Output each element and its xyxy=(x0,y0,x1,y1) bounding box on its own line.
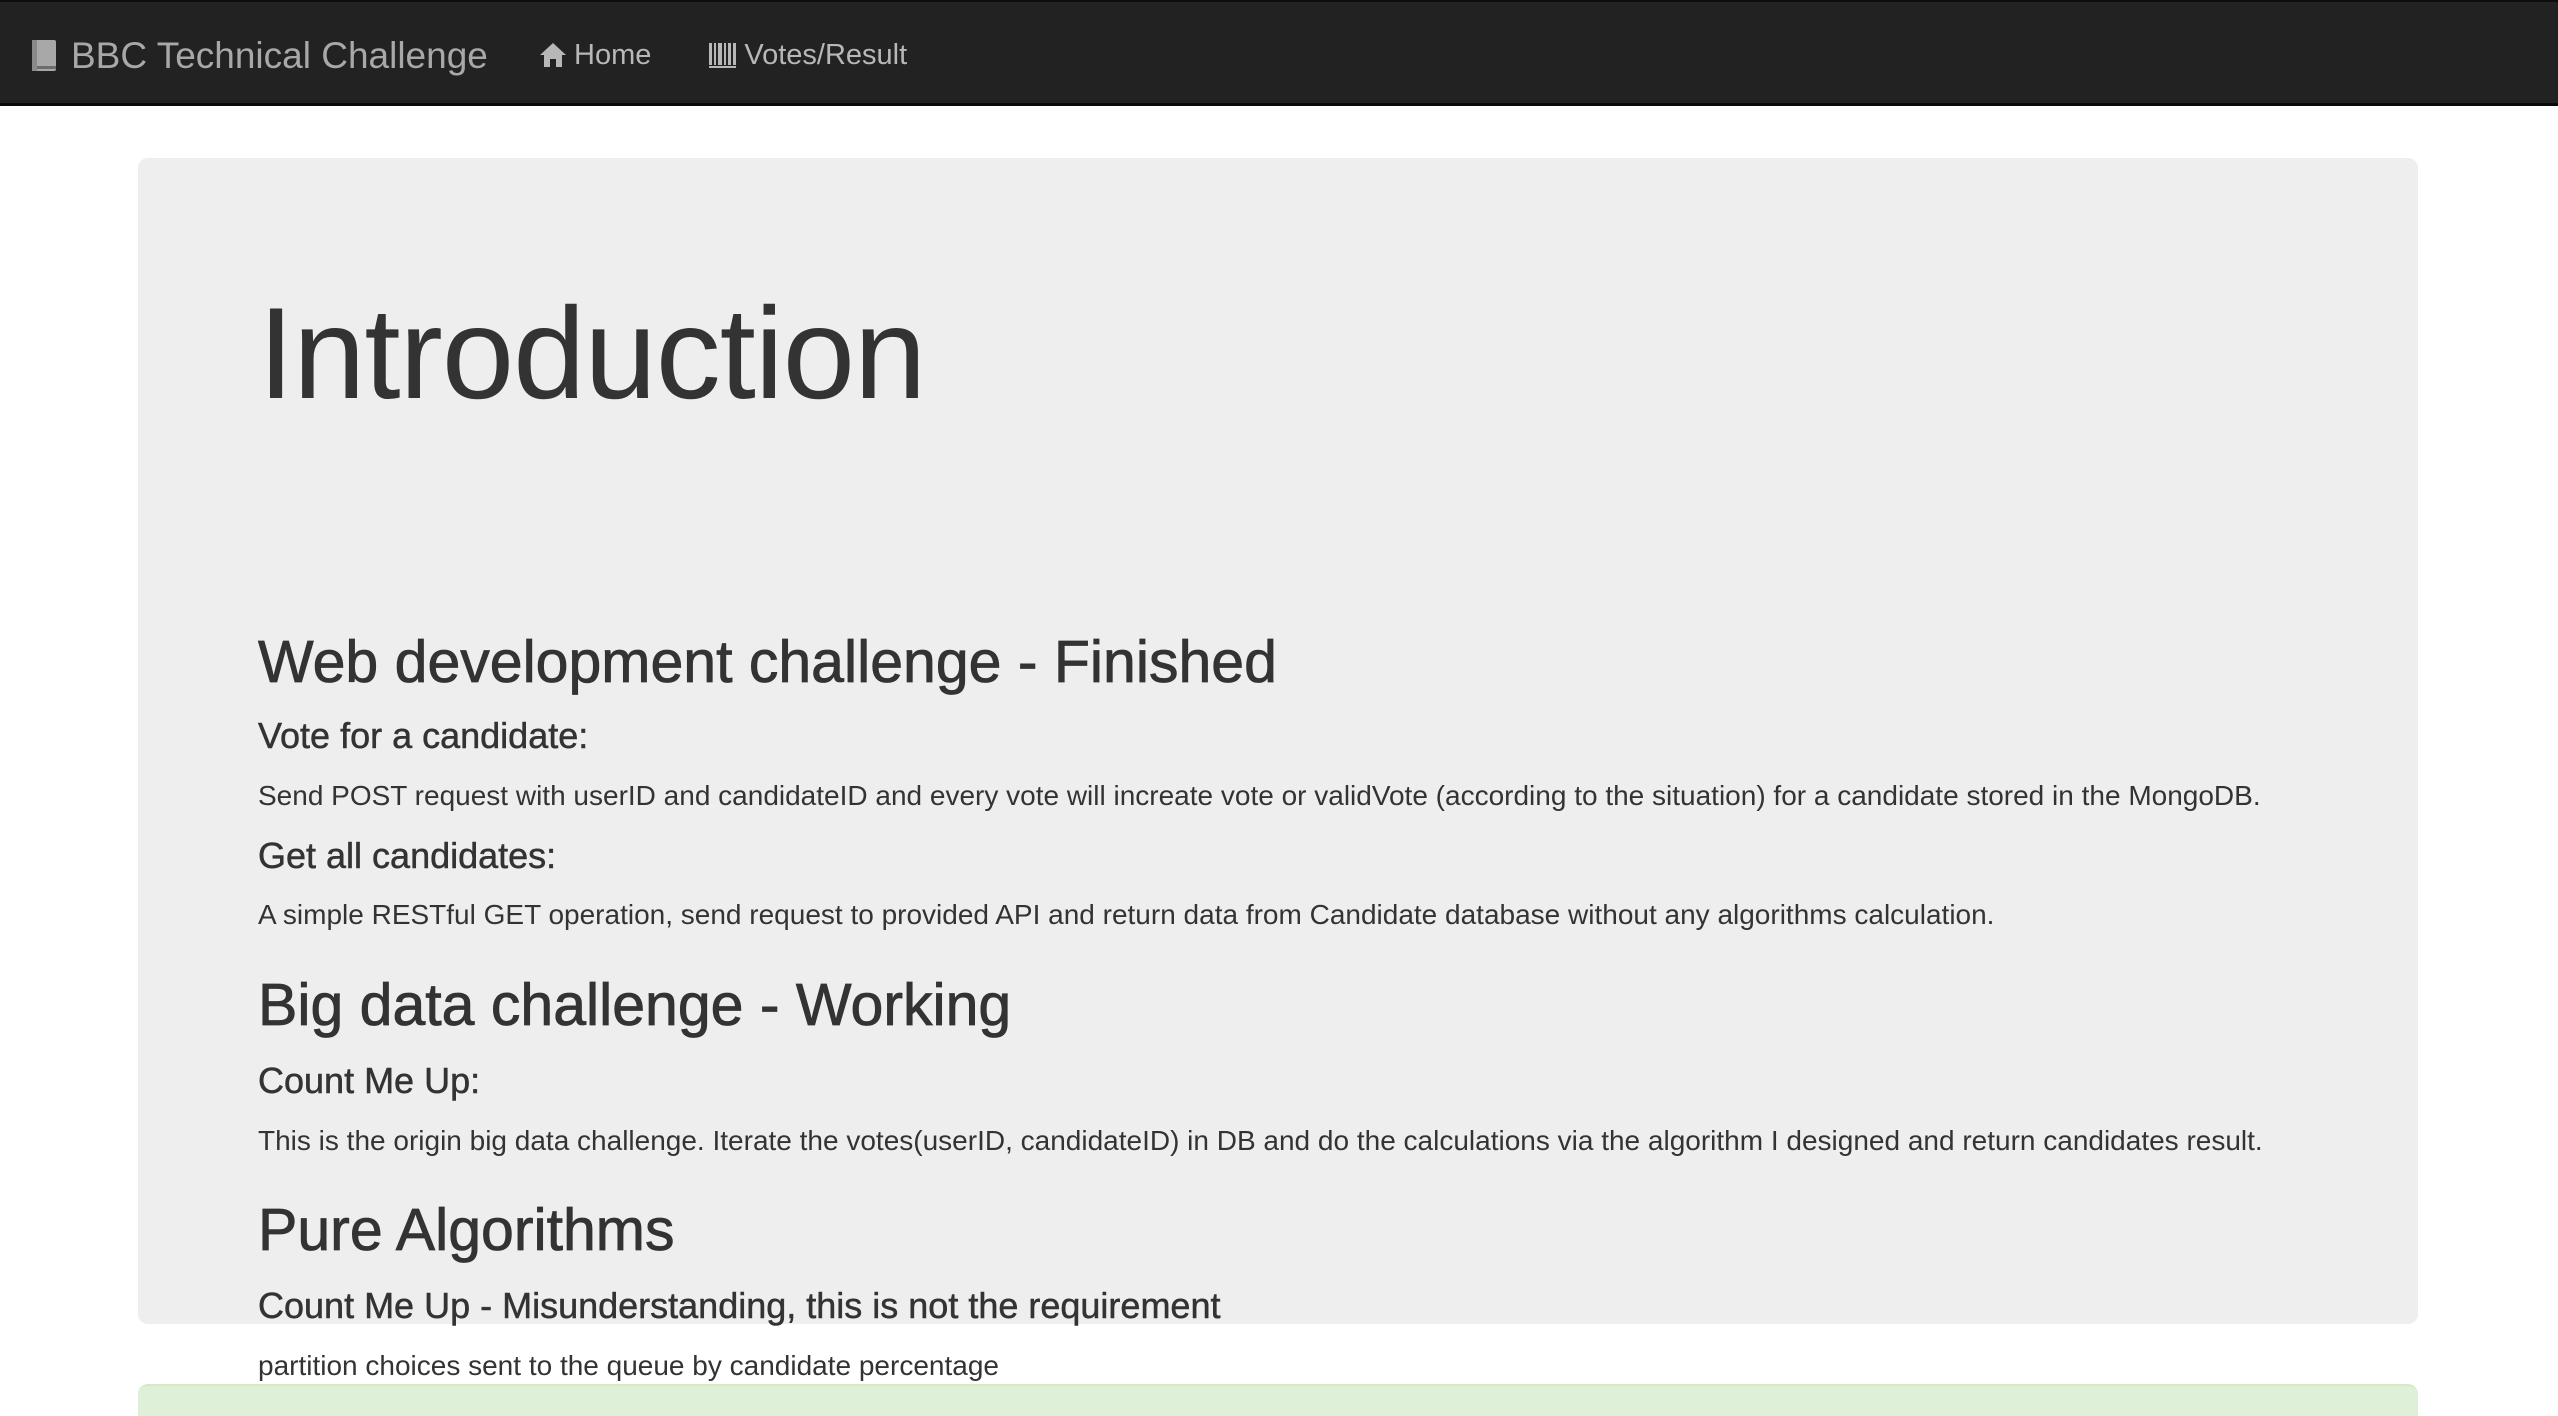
subheading-misunderstanding: Count Me Up - Misunderstanding, this is … xyxy=(258,1285,1221,1326)
subheading-count-me-up: Count Me Up: xyxy=(258,1060,481,1101)
barcode-icon xyxy=(708,41,738,69)
nav-item-label: Home xyxy=(574,38,652,71)
brand-label: BBC Technical Challenge xyxy=(71,35,488,76)
jumbotron: Introduction Web development challenge -… xyxy=(138,158,2418,1380)
home-icon xyxy=(538,41,568,69)
navbar-nav: Home Votes/Result xyxy=(538,32,964,78)
section-heading-pure-algorithms: Pure Algorithms xyxy=(258,1197,675,1263)
success-panel-edge xyxy=(138,1384,2418,1416)
nav-item-votes-result[interactable]: Votes/Result xyxy=(708,39,907,72)
subheading-get-candidates: Get all candidates: xyxy=(258,835,557,876)
paragraph-partition: partition choices sent to the queue by c… xyxy=(258,1350,999,1381)
subheading-vote: Vote for a candidate: xyxy=(258,715,589,756)
navbar: BBC Technical Challenge Home Votes/Resul… xyxy=(0,0,2558,106)
paragraph-get-candidates: A simple RESTful GET operation, send req… xyxy=(258,899,1995,930)
paragraph-vote: Send POST request with userID and candid… xyxy=(258,780,2261,811)
book-icon xyxy=(30,39,58,73)
nav-item-home[interactable]: Home xyxy=(538,39,651,72)
navbar-brand[interactable]: BBC Technical Challenge xyxy=(30,32,488,80)
paragraph-count-me-up: This is the origin big data challenge. I… xyxy=(258,1125,2263,1156)
nav-item-label: Votes/Result xyxy=(744,38,908,71)
section-heading-web: Web development challenge - Finished xyxy=(258,629,1278,695)
section-heading-big-data: Big data challenge - Working xyxy=(258,972,1012,1038)
page-title: Introduction xyxy=(258,280,926,426)
